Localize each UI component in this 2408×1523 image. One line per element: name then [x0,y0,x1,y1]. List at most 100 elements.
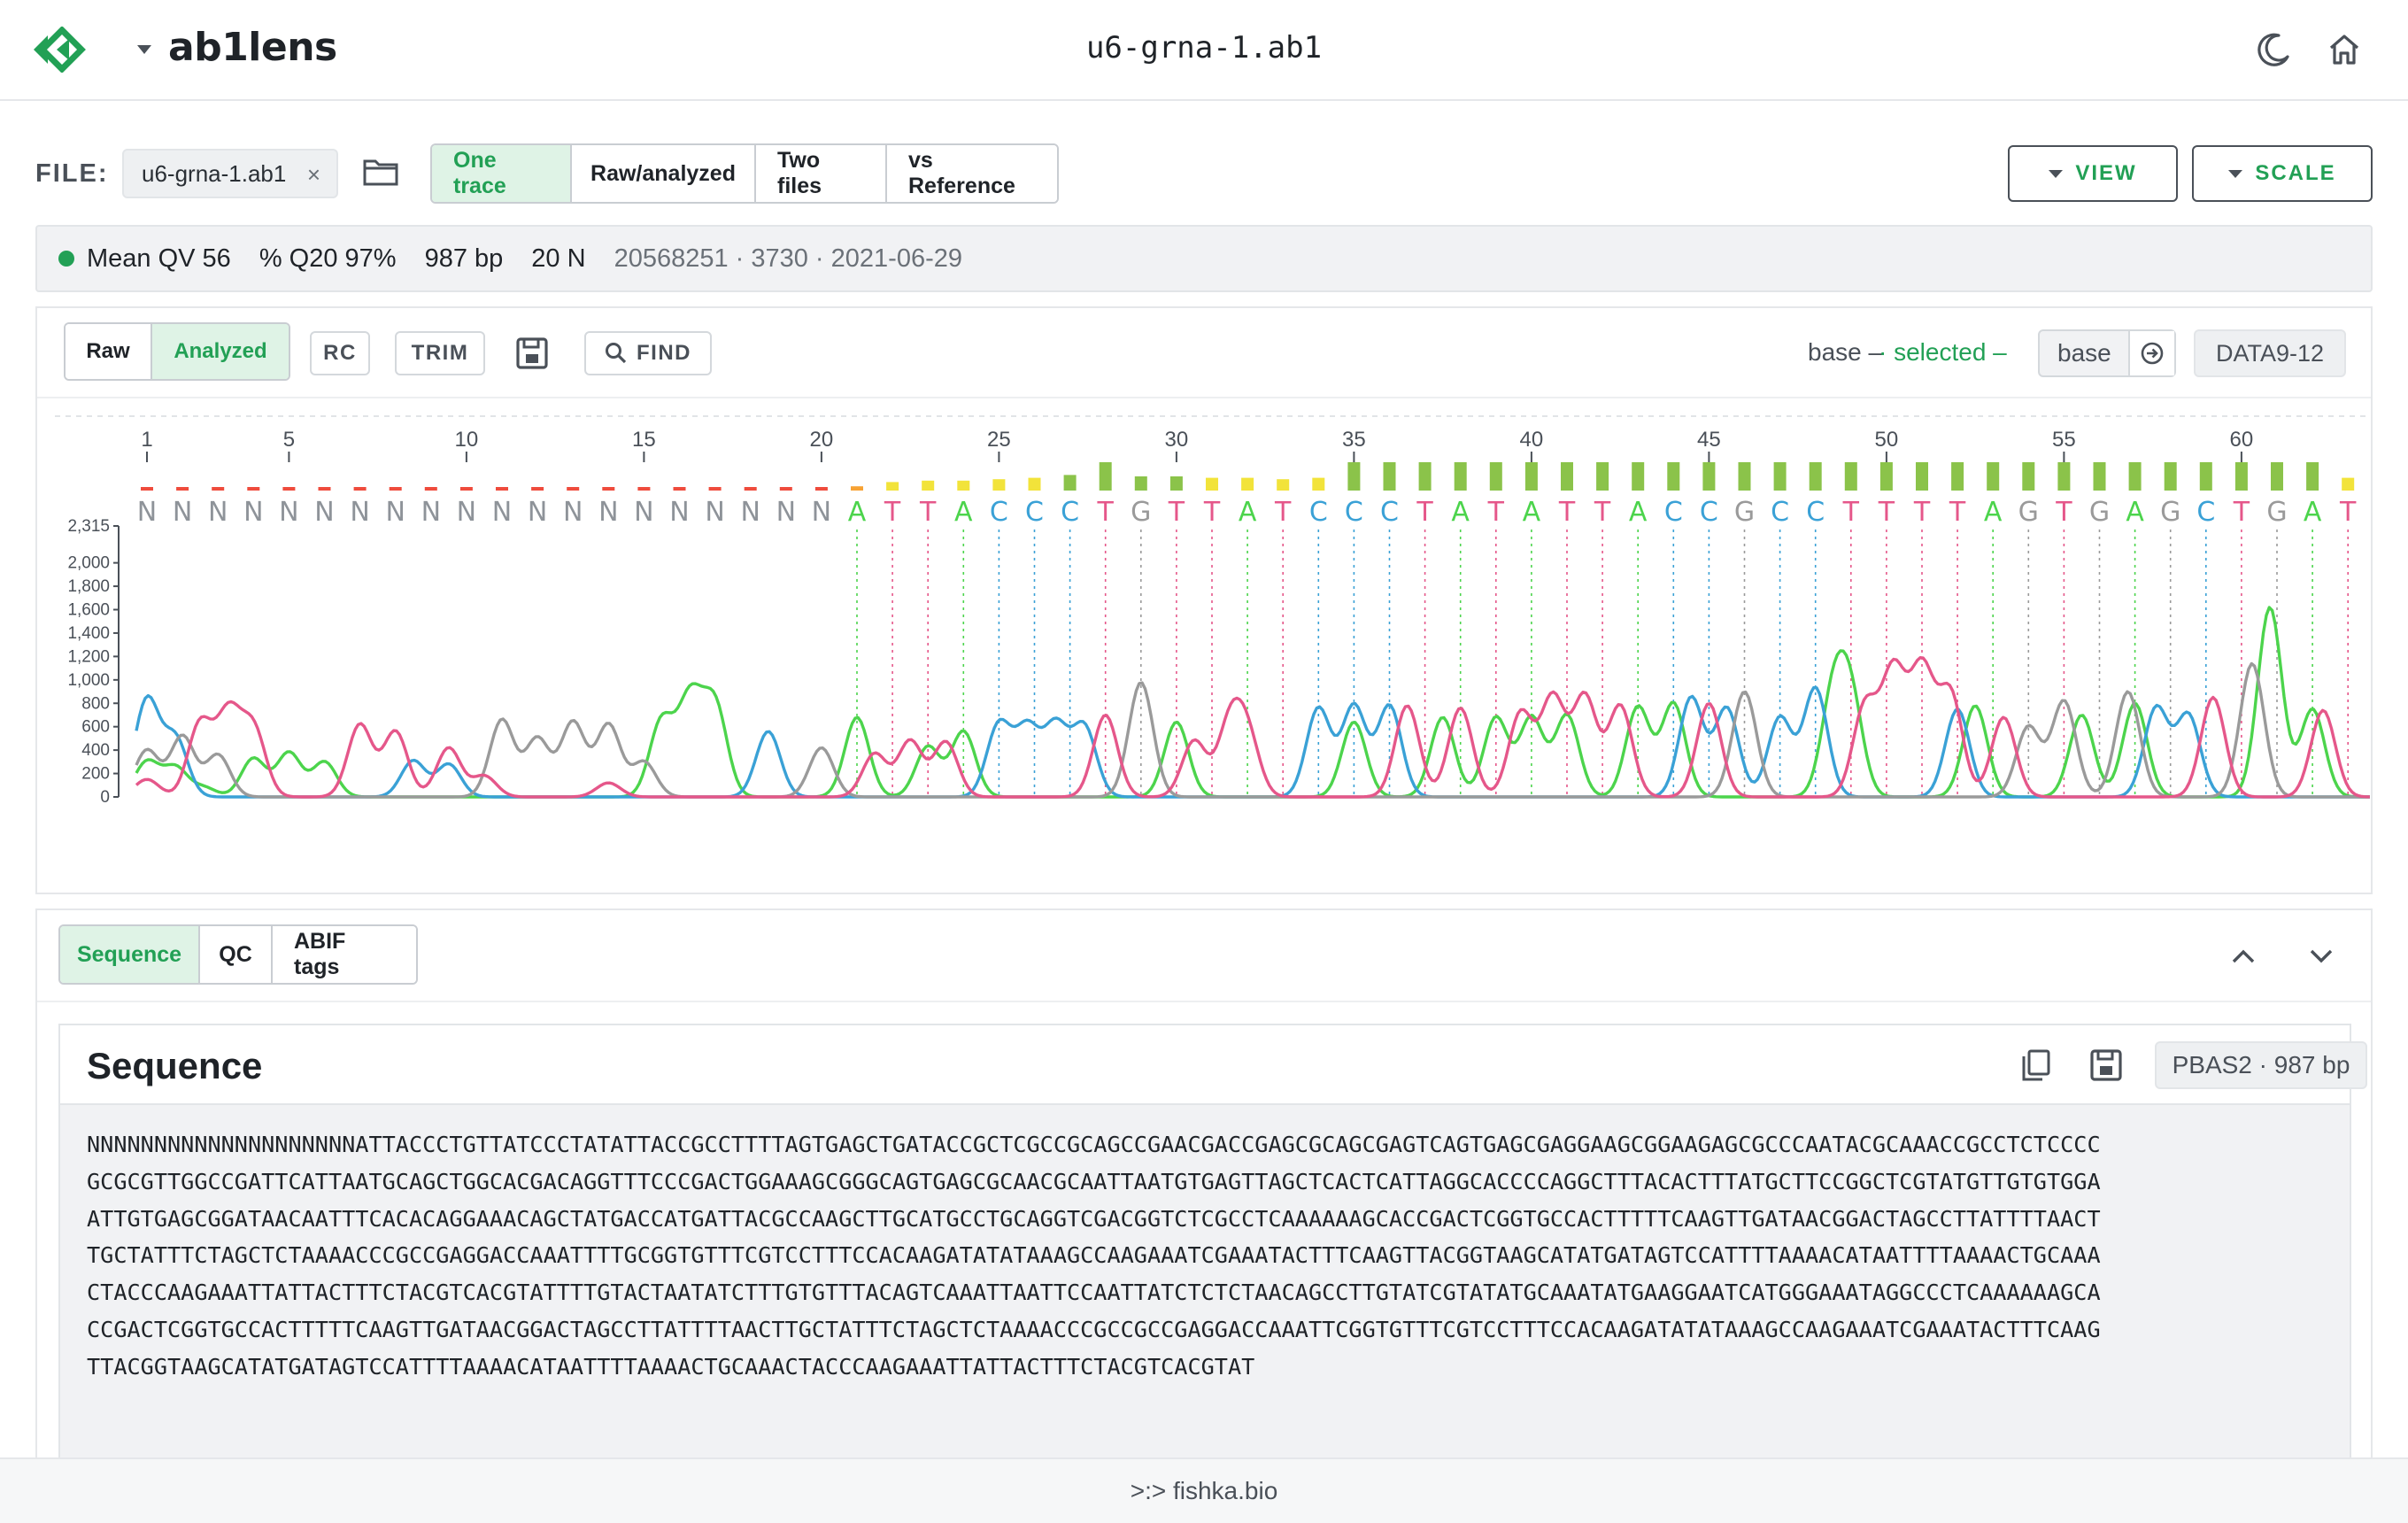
quality-bar [1454,462,1467,491]
moon-icon[interactable] [2252,28,2295,71]
base-call-label: N [243,497,263,528]
file-label: FILE: [35,159,109,188]
quality-bar [1347,462,1361,491]
base-call-label: A [1523,497,1541,528]
base-call-label: G [1131,497,1151,528]
status-dot-icon [58,251,74,267]
bottom-panel: Sequence QC ABIF tags Sequence PBAS2 · 9… [35,908,2373,1463]
sequence-line: TTACGGTAAGCATATGATAGTCCATTTTAAAACATAATTT… [87,1353,1255,1380]
base-call-label: C [1025,497,1044,528]
base-jump-input[interactable]: base [2038,329,2176,377]
tab-abif-tags[interactable]: ABIF tags [273,926,416,983]
quality-bar [2057,462,2071,491]
base-call-label: G [2018,497,2039,528]
position-tick-label: 5 [283,428,295,452]
mode-one-trace[interactable]: One trace [432,145,572,202]
quality-bar [673,487,686,491]
sequence-body[interactable]: NNNNNNNNNNNNNNNNNNNNATTACCCTGTTATCCCTATA… [60,1105,2350,1457]
caret-down-icon [2049,169,2064,178]
base-call-label: N [598,497,618,528]
y-tick-label: 400 [81,741,110,760]
rc-button[interactable]: RC [310,331,370,375]
go-arrow-icon[interactable] [2128,331,2174,375]
quality-bar [2164,462,2177,491]
y-tick-label: 200 [81,765,110,784]
quality-bar [2306,462,2319,491]
view-button[interactable]: VIEW [2008,145,2178,202]
quality-bar [282,487,296,491]
trace-toolbar: Raw Analyzed RC TRIM FIND base – · selec… [37,308,2371,398]
copy-icon[interactable] [2013,1043,2057,1087]
quality-bar [1206,477,1218,491]
find-button[interactable]: FIND [584,331,712,375]
quality-bar [814,487,828,491]
app-name[interactable]: ab1lens [168,25,337,70]
close-icon[interactable]: × [307,161,320,189]
sequence-line: NNNNNNNNNNNNNNNNNNNNATTACCCTGTTATCCCTATA… [87,1132,2101,1157]
position-tick-label: 10 [455,428,479,452]
sequence-title: Sequence [87,1045,263,1086]
y-tick-label: 800 [81,694,110,713]
sequence-badge: PBAS2 · 987 bp [2155,1041,2367,1089]
y-tick-label: 1,400 [67,624,110,643]
base-call-label: T [2339,497,2357,528]
quality-bar [1987,462,2000,491]
tab-qc[interactable]: QC [200,926,273,983]
home-icon[interactable] [2323,28,2366,71]
base-call-label: A [2304,497,2322,528]
quality-bar [922,480,935,491]
mode-raw-analyzed[interactable]: Raw/analyzed [572,145,756,202]
logo-icon[interactable] [32,26,94,73]
quality-bar [1951,462,1964,491]
base-call-label: N [740,497,760,528]
bottom-tabs: Sequence QC ABIF tags [58,924,418,985]
quality-bar [459,487,473,491]
base-call-label: N [492,497,512,528]
quality-bar [1383,462,1396,491]
caret-down-icon[interactable] [133,41,156,58]
folder-icon[interactable] [359,151,402,193]
base-call-label: C [1700,497,1718,528]
footer-link[interactable]: >:> fishka.bio [1131,1477,1278,1505]
base-call-label: T [2233,497,2250,528]
base-call-label: C [1061,497,1079,528]
y-tick-label: 1,600 [67,601,110,620]
base-call-label: N [208,497,228,528]
mode-two-files[interactable]: Two files [756,145,887,202]
chromatogram-chart[interactable]: 1 5 10 15 20 25 30 35 40 45 50 55 60 N N N N N N N N N N N N N N N N… [37,400,2393,893]
quality-bar [424,487,437,491]
trim-button[interactable]: TRIM [395,331,485,375]
quality-bar [212,487,225,491]
stats-bar: Mean QV 56 % Q20 97% 987 bp 20 N 2056825… [35,225,2373,292]
analyzed-toggle[interactable]: Analyzed [152,324,289,379]
y-tick-label: 2,315 [67,517,110,536]
y-tick-label: 1,000 [67,671,110,690]
file-chip[interactable]: u6-grna-1.ab1 × [122,149,338,198]
chevron-up-icon[interactable] [2226,939,2261,974]
chevron-down-icon[interactable] [2304,939,2339,974]
scale-button[interactable]: SCALE [2192,145,2373,202]
mode-vs-reference[interactable]: vs Reference [887,145,1057,202]
scale-label: SCALE [2255,161,2336,185]
save-icon[interactable] [2084,1043,2128,1087]
quality-bar [1312,477,1325,491]
quality-bar [637,487,651,491]
mean-qv: Mean QV 56 [87,244,231,273]
base-call-label: T [1949,497,1966,528]
y-tick-label: 0 [100,788,110,807]
raw-toggle[interactable]: Raw [66,324,152,379]
position-tick-label: 55 [2052,428,2076,452]
base-call-label: N [669,497,689,528]
quality-bar [2022,462,2035,491]
quality-bar [1561,462,1573,491]
quality-bar [1524,462,1538,491]
base-input-placeholder: base [2057,339,2111,367]
save-icon[interactable] [510,331,554,375]
quality-bar [2234,462,2248,491]
quality-bar [2271,462,2283,491]
base-call-label: C [1771,497,1789,528]
y-tick-label: 1,800 [67,577,110,596]
base-call-label: T [1416,497,1433,528]
base-call-label: N [705,497,724,528]
tab-sequence[interactable]: Sequence [60,926,200,983]
